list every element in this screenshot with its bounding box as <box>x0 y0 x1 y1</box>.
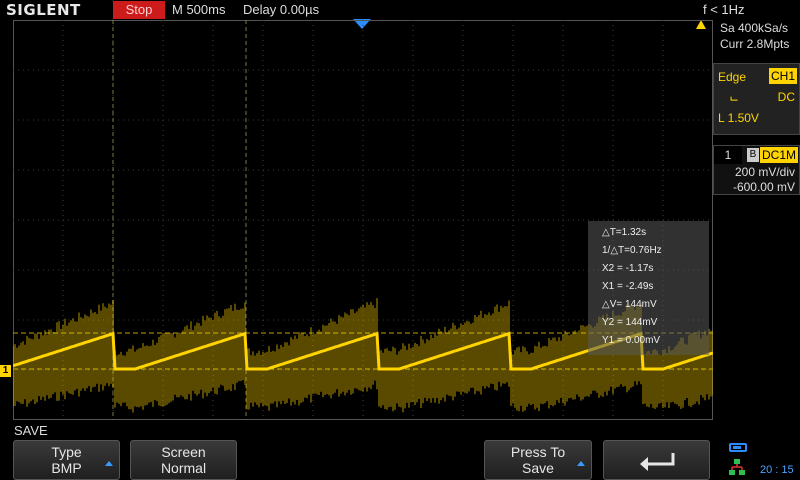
trigger-delay-readout[interactable]: Delay 0.00µs <box>243 2 319 17</box>
type-softkey[interactable]: Type BMP <box>13 440 120 480</box>
trigger-type: Edge <box>718 70 747 84</box>
cursor-measurements: △T=1.32s 1/△T=0.76Hz X2 = -1.17s X1 = -2… <box>588 221 709 355</box>
waveform-display[interactable] <box>13 20 713 420</box>
trigger-coupling: DC <box>777 90 795 104</box>
graticule <box>13 20 713 420</box>
softkey-value: Save <box>522 460 554 476</box>
channel-number: 1 <box>714 146 742 164</box>
vertical-offset: -600.00 mV <box>732 180 795 194</box>
clock: 20 : 15 <box>760 464 794 476</box>
acquisition-info: Sa 400kSa/s Curr 2.8Mpts <box>714 20 800 56</box>
usb-icon <box>729 443 747 452</box>
bandwidth-limit-badge: B <box>747 148 759 162</box>
trigger-source: CH1 <box>768 68 797 84</box>
softkey-label: Screen <box>161 444 206 460</box>
channel-impedance: DC1M <box>759 147 798 163</box>
rising-edge-icon: ⨽ <box>730 88 739 104</box>
back-softkey[interactable] <box>603 440 710 480</box>
network-icon <box>729 459 745 475</box>
brand-logo: SIGLENT <box>6 1 81 19</box>
cursor-x1: X1 = -2.49s <box>602 281 654 292</box>
cursor-y2: Y2 = 144mV <box>602 317 658 328</box>
vertical-scale: 200 mV/div <box>734 165 795 179</box>
frequency-counter: f < 1Hz <box>703 2 745 17</box>
cursor-x2: X2 = -1.17s <box>602 263 654 274</box>
top-status-bar: SIGLENT Stop M 500ms Delay 0.00µs f < 1H… <box>0 0 800 20</box>
channel-1-panel[interactable]: 1 B DC1M 200 mV/div -600.00 mV <box>713 145 800 195</box>
return-arrow-icon <box>640 453 675 471</box>
softkey-value: Normal <box>160 460 207 476</box>
screen-softkey[interactable]: Screen Normal <box>130 440 237 480</box>
softkey-label: Type <box>51 444 82 460</box>
cursor-delta-v: △V= 144mV <box>602 299 657 310</box>
softkey-value: BMP <box>51 460 82 476</box>
softkey-label: Press To <box>510 444 566 460</box>
chevron-up-icon <box>577 461 585 466</box>
channel-1-ground-marker[interactable]: 1 <box>0 365 11 377</box>
menu-title: SAVE <box>14 423 48 438</box>
press-to-save-softkey[interactable]: Press To Save <box>484 440 592 480</box>
timebase-readout[interactable]: M 500ms <box>172 2 225 17</box>
chevron-up-icon <box>105 461 113 466</box>
cursor-delta-t: △T=1.32s <box>602 227 647 238</box>
sample-rate: Sa 400kSa/s <box>720 21 789 35</box>
trigger-level: L 1.50V <box>718 111 759 125</box>
cursor-inverse-delta-t: 1/△T=0.76Hz <box>602 245 662 256</box>
run-stop-badge[interactable]: Stop <box>113 1 165 19</box>
trigger-panel[interactable]: Edge CH1 ⨽ DC L 1.50V <box>713 63 800 135</box>
cursor-y1: Y1 = 0.00mV <box>602 335 661 346</box>
memory-depth: Curr 2.8Mpts <box>720 37 790 51</box>
